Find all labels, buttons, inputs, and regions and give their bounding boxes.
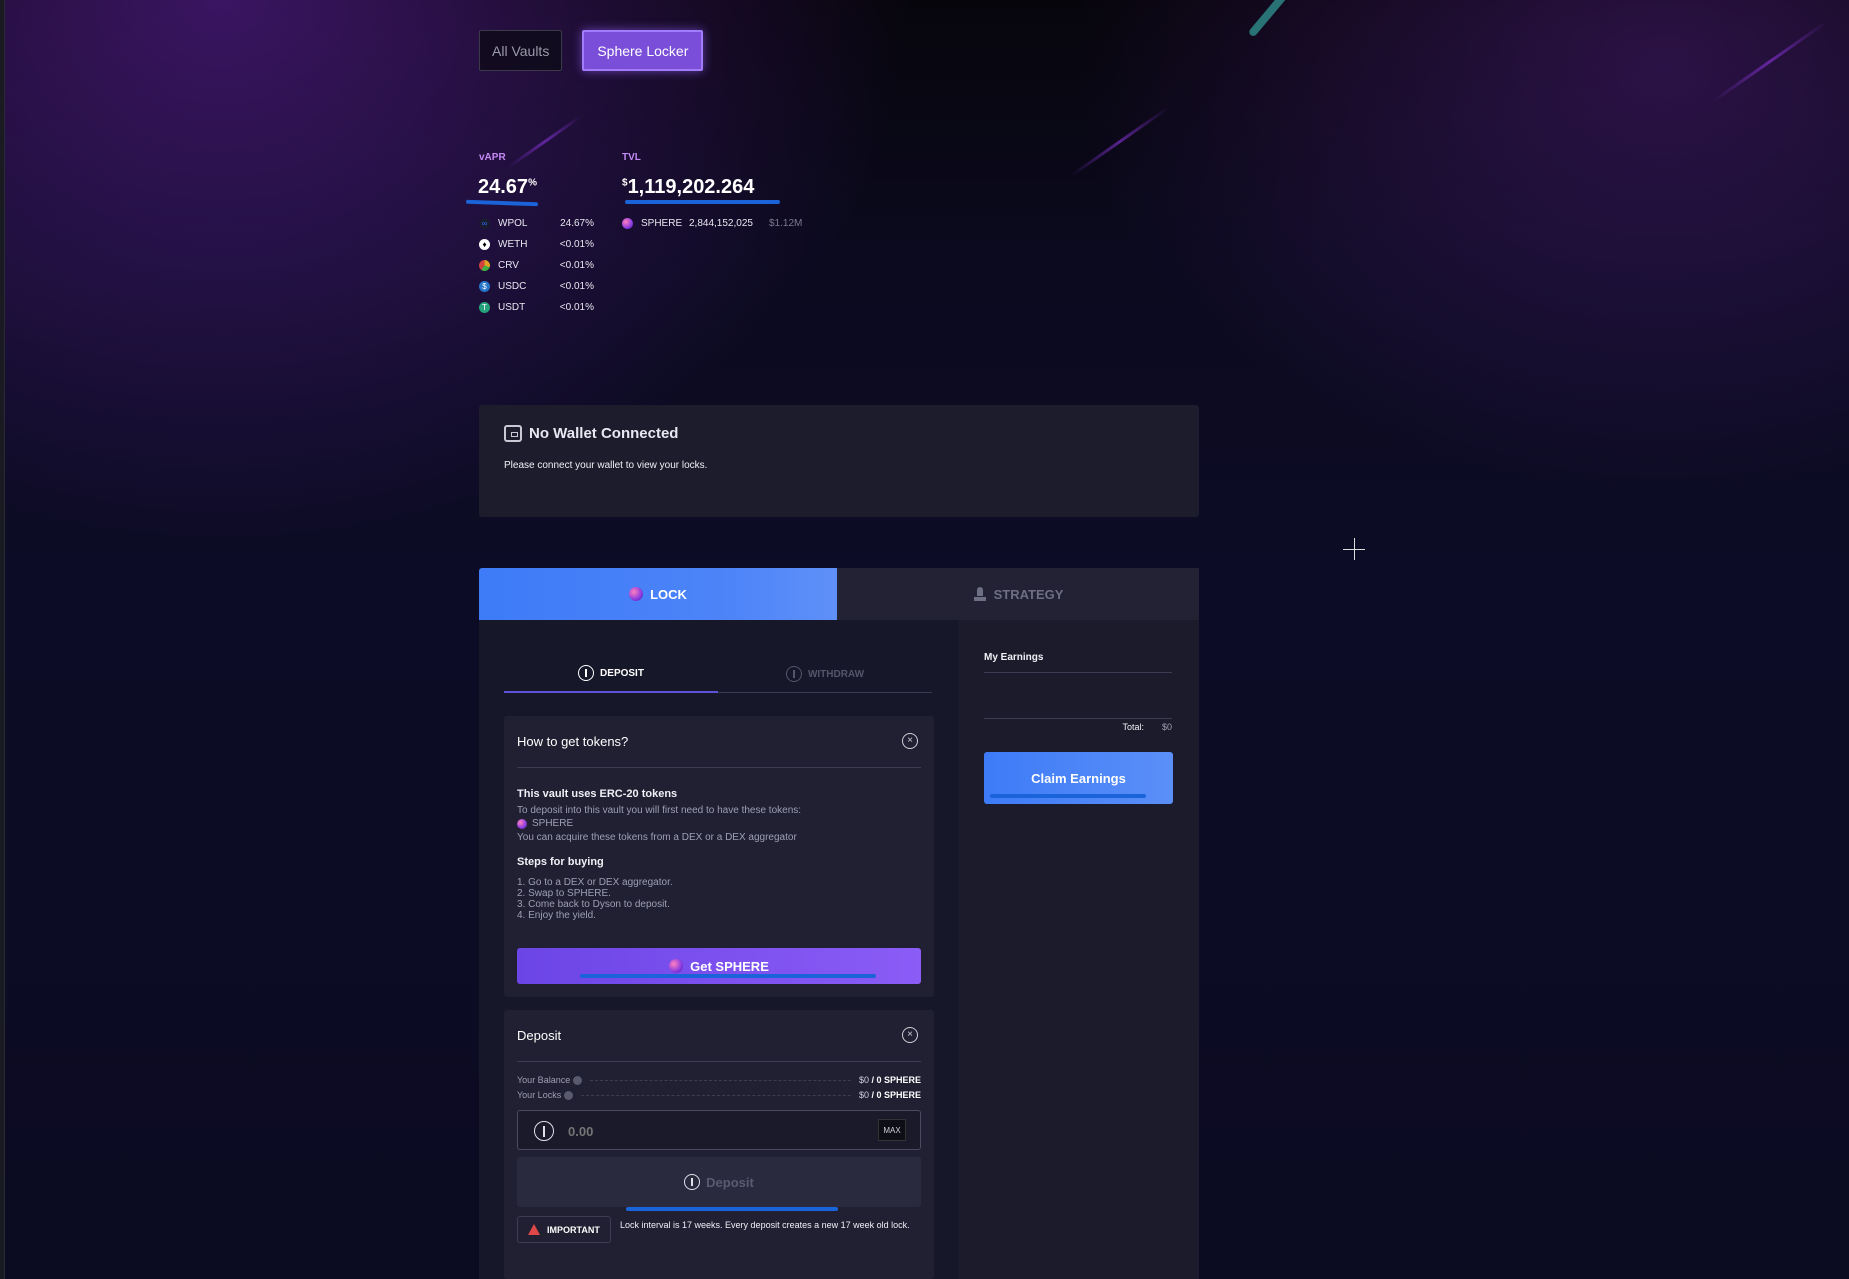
annotation-underline	[625, 200, 780, 204]
background-decoration	[507, 114, 583, 169]
tab-deposit[interactable]: DEPOSIT	[504, 655, 718, 693]
max-button[interactable]: MAX	[878, 1119, 906, 1141]
background-decoration	[1247, 0, 1293, 38]
annotation-underline	[626, 1207, 838, 1211]
upload-arrow-icon	[534, 1121, 554, 1141]
tab-lock[interactable]: LOCK	[479, 568, 837, 620]
annotation-underline	[990, 794, 1146, 798]
usdt-icon: T	[479, 301, 490, 313]
deposit-withdraw-tabs: DEPOSIT WITHDRAW	[504, 655, 932, 693]
locker-card: LOCK STRATEGY DEPOSIT WITHDRAW How to ge…	[479, 568, 1199, 1279]
erc20-text: To deposit into this vault you will firs…	[517, 805, 802, 816]
sphere-icon	[517, 818, 527, 829]
info-icon[interactable]	[564, 1090, 574, 1100]
tab-withdraw[interactable]: WITHDRAW	[718, 655, 932, 693]
divider	[984, 718, 1172, 719]
weth-icon: ♦	[479, 238, 490, 250]
crv-icon	[479, 259, 490, 271]
erc20-heading: This vault uses ERC-20 tokens	[517, 788, 678, 800]
wpol-icon: ∞	[479, 217, 490, 229]
background-decoration	[1711, 20, 1829, 103]
all-vaults-button[interactable]: All Vaults	[479, 30, 563, 71]
apr-row-weth: ♦ WETH <0.01%	[479, 237, 594, 251]
earnings-title: My Earnings	[984, 652, 1044, 663]
apr-row-usdc: $ USDC <0.01%	[479, 279, 594, 293]
steps-heading: Steps for buying	[517, 856, 604, 868]
background-decoration	[1069, 105, 1171, 178]
mouse-cursor	[1354, 538, 1355, 560]
tab-strategy[interactable]: STRATEGY	[837, 568, 1199, 620]
step-1: 1. Go to a DEX or DEX aggregator.	[517, 877, 673, 888]
sphere-locker-button[interactable]: Sphere Locker	[582, 30, 704, 71]
step-2: 2. Swap to SPHERE.	[517, 888, 611, 899]
annotation-underline	[580, 974, 876, 978]
vapr-value: 24.67%	[478, 176, 537, 198]
deposit-panel: Deposit × Your Balance $0 / 0 SPHERE You…	[504, 1010, 934, 1279]
lock-interval-note: Lock interval is 17 weeks. Every deposit…	[620, 1220, 910, 1230]
tvl-label: TVL	[622, 152, 641, 163]
divider	[517, 1061, 921, 1062]
vault-view-tabs: All Vaults Sphere Locker	[479, 30, 704, 71]
apr-row-usdt: T USDT <0.01%	[479, 300, 594, 314]
required-token: SPHERE	[517, 818, 573, 829]
important-badge: IMPORTANT	[517, 1216, 611, 1243]
no-wallet-title: No Wallet Connected	[529, 425, 679, 442]
amount-input-box: MAX	[517, 1110, 921, 1150]
close-icon[interactable]: ×	[902, 1027, 918, 1043]
how-to-get-tokens-panel: How to get tokens? × This vault uses ERC…	[504, 716, 934, 997]
step-3: 3. Come back to Dyson to deposit.	[517, 899, 670, 910]
apr-row-crv: CRV <0.01%	[479, 258, 594, 272]
sphere-icon	[629, 587, 644, 601]
annotation-underline	[465, 199, 539, 207]
sphere-icon	[669, 959, 684, 973]
earnings-pane: My Earnings Total: $0 Claim Earnings	[958, 620, 1199, 1279]
vapr-label: vAPR	[479, 152, 506, 163]
deposit-title: Deposit	[517, 1028, 562, 1043]
no-wallet-card: No Wallet Connected Please connect your …	[479, 405, 1199, 517]
divider	[984, 672, 1172, 673]
upload-arrow-icon	[578, 665, 595, 681]
lock-left-pane: DEPOSIT WITHDRAW How to get tokens? × Th…	[479, 620, 958, 1279]
divider	[517, 767, 921, 768]
no-wallet-message: Please connect your wallet to view your …	[504, 460, 708, 471]
sphere-icon	[622, 217, 633, 229]
amount-input[interactable]	[568, 1121, 848, 1141]
balance-row: Your Balance $0 / 0 SPHERE	[517, 1075, 921, 1085]
deposit-button[interactable]: Deposit	[517, 1157, 921, 1207]
download-arrow-icon	[785, 666, 802, 682]
close-icon[interactable]: ×	[902, 733, 918, 749]
window-edge	[0, 0, 5, 1279]
apr-row-wpol: ∞ WPOL 24.67%	[479, 216, 594, 230]
tvl-row-sphere: SPHERE 2,844,152,025 $1.12M	[622, 216, 802, 230]
chess-piece-icon	[973, 587, 987, 601]
locks-row: Your Locks $0 / 0 SPHERE	[517, 1090, 921, 1100]
acquire-text: You can acquire these tokens from a DEX …	[517, 832, 797, 843]
wallet-icon	[504, 425, 522, 442]
get-sphere-button[interactable]: Get SPHERE	[517, 948, 921, 984]
usdc-icon: $	[479, 280, 490, 292]
step-4: 4. Enjoy the yield.	[517, 910, 596, 921]
upload-arrow-icon	[684, 1174, 701, 1190]
how-to-title: How to get tokens?	[517, 734, 629, 749]
warning-icon	[528, 1224, 540, 1235]
tvl-value: $1,119,202.264	[622, 176, 755, 198]
info-icon[interactable]	[573, 1075, 583, 1085]
earnings-total: Total: $0	[1122, 722, 1172, 732]
